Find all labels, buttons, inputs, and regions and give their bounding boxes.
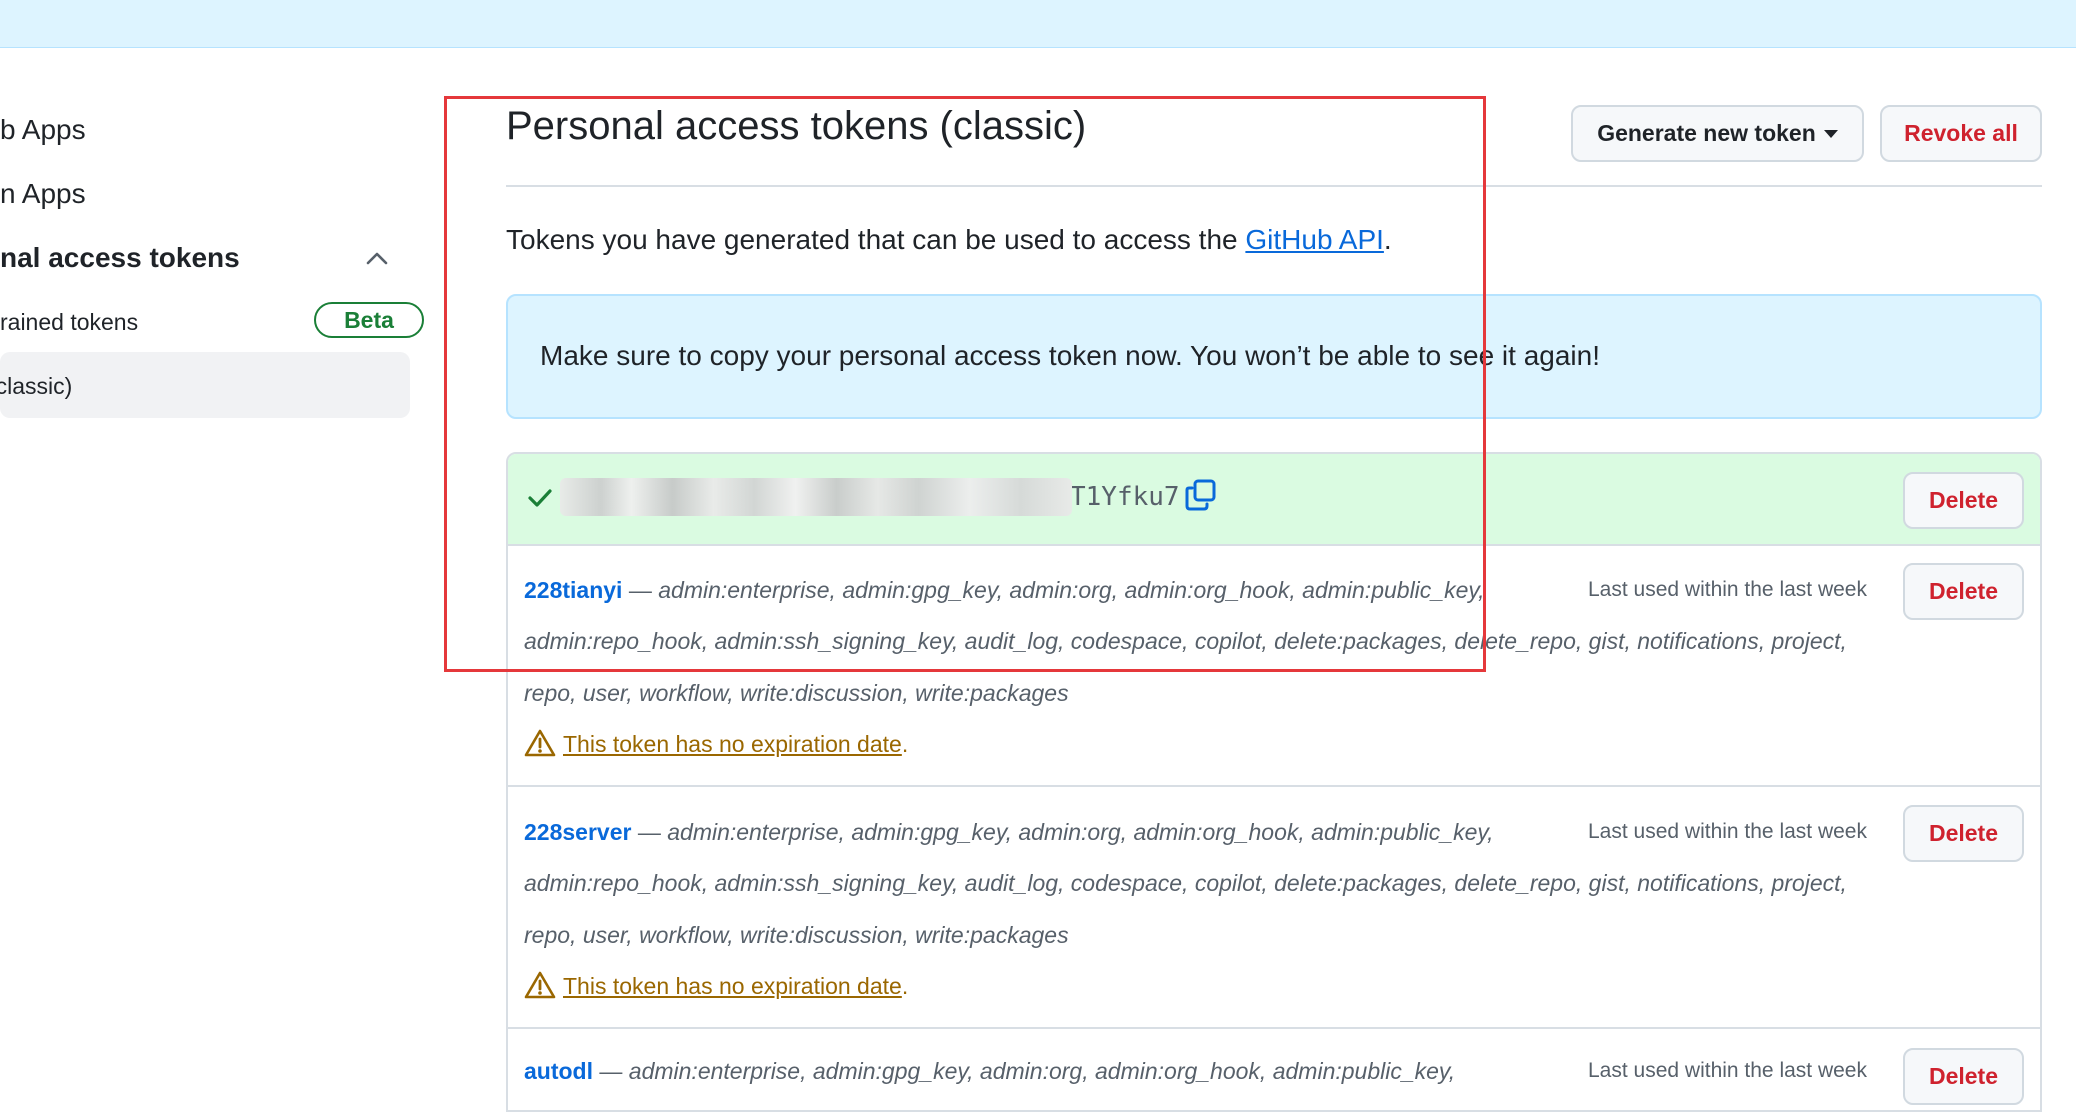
last-used-text: Last used within the last week (1588, 1059, 1867, 1082)
row-divider (508, 785, 2040, 787)
last-used-text: Last used within the last week (1588, 820, 1867, 843)
token-scopes: admin:enterprise, admin:gpg_key, admin:o… (628, 1058, 1456, 1084)
token-name-link[interactable]: 228server (524, 819, 631, 845)
top-banner (0, 0, 2076, 48)
token-separator: — (593, 1058, 629, 1084)
warning-suffix: . (901, 731, 909, 757)
token-scopes: admin:enterprise, admin:gpg_key, admin:o… (667, 819, 1494, 845)
expiration-warning: This token has no expiration date. (563, 731, 908, 758)
token-name-link[interactable]: autodl (524, 1058, 593, 1084)
beta-badge: Beta (314, 302, 424, 338)
expiration-warning-link[interactable]: This token has no expiration date (563, 731, 902, 757)
revoke-all-button[interactable]: Revoke all (1880, 105, 2042, 162)
delete-token-button[interactable]: Delete (1903, 563, 2024, 620)
token-scopes-line3: repo, user, workflow, write:discussion, … (524, 680, 1069, 706)
token-separator: — (631, 819, 668, 845)
alert-icon (524, 729, 556, 757)
annotation-highlight-box (444, 96, 1486, 672)
sidebar-item-fine-grained-tokens[interactable]: rained tokens (0, 309, 138, 336)
sidebar-item-oauth-apps[interactable]: n Apps (0, 178, 86, 210)
expiration-warning-link[interactable]: This token has no expiration date (563, 973, 902, 999)
caret-down-icon (1823, 129, 1838, 138)
sidebar-item-personal-access-tokens[interactable]: nal access tokens (0, 242, 240, 274)
generate-new-token-button[interactable]: Generate new token (1571, 105, 1864, 162)
delete-token-button[interactable]: Delete (1903, 805, 2024, 862)
token-row-3: autodl — admin:enterprise, admin:gpg_key… (524, 1058, 1455, 1085)
expiration-warning: This token has no expiration date. (563, 973, 908, 1000)
row-divider (508, 1027, 2040, 1029)
token-row-2: 228server — admin:enterprise, admin:gpg_… (524, 819, 1494, 846)
delete-token-button[interactable]: Delete (1903, 1048, 2024, 1105)
token-scopes-line3: repo, user, workflow, write:discussion, … (524, 922, 1069, 948)
generate-new-token-label: Generate new token (1597, 120, 1816, 146)
chevron-up-icon[interactable] (362, 244, 392, 274)
sidebar-item-tokens-classic[interactable]: (classic) (0, 373, 72, 400)
delete-new-token-button[interactable]: Delete (1903, 472, 2024, 529)
warning-suffix: . (901, 973, 909, 999)
last-used-text: Last used within the last week (1588, 578, 1867, 601)
sidebar-item-github-apps[interactable]: b Apps (0, 114, 86, 146)
token-scopes-line2: admin:repo_hook, admin:ssh_signing_key, … (524, 870, 1847, 896)
alert-icon (524, 971, 556, 999)
